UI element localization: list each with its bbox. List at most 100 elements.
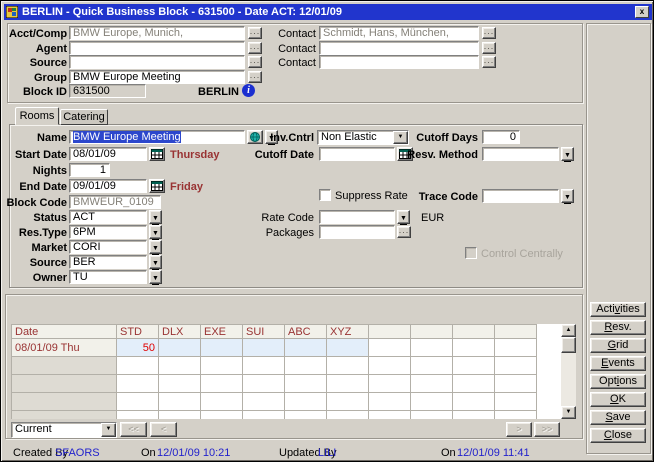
grid-cell[interactable]	[411, 393, 453, 411]
start-date-field[interactable]: 08/01/09	[69, 147, 147, 161]
scroll-down-icon[interactable]: ▼	[561, 406, 576, 419]
market-lov-button[interactable]: ▼	[149, 240, 162, 254]
grid-cell[interactable]	[159, 339, 201, 357]
grid-cell[interactable]	[117, 393, 159, 411]
contact3-lookup-button[interactable]: ...	[482, 56, 496, 68]
grid-cell[interactable]	[243, 339, 285, 357]
tab-catering[interactable]: Catering	[60, 109, 108, 125]
grid-cell[interactable]	[411, 357, 453, 375]
tab-rooms[interactable]: Rooms	[15, 107, 59, 125]
next-page-button[interactable]: >	[506, 422, 532, 437]
grid-cell[interactable]	[453, 357, 495, 375]
scroll-up-icon[interactable]: ▲	[561, 324, 576, 337]
grid-cell[interactable]	[285, 357, 327, 375]
grid-cell[interactable]	[411, 411, 453, 420]
block-source-lov-button[interactable]: ▼	[149, 255, 162, 269]
grid-cell[interactable]	[159, 411, 201, 420]
grid-cell[interactable]	[495, 375, 537, 393]
contact1-lookup-button[interactable]: ...	[482, 27, 496, 39]
contact1-field[interactable]: Schmidt, Hans, München,	[319, 26, 479, 40]
grid-cell[interactable]	[411, 339, 453, 357]
grid-cell[interactable]	[411, 375, 453, 393]
grid-cell[interactable]	[201, 339, 243, 357]
save-button[interactable]: Save	[590, 410, 646, 425]
grid-cell[interactable]	[369, 375, 411, 393]
grid-cell[interactable]	[369, 357, 411, 375]
status-lov-button[interactable]: ▼	[149, 210, 162, 224]
grid-cell[interactable]	[117, 375, 159, 393]
grid-cell[interactable]	[201, 411, 243, 420]
resv-method-field[interactable]	[482, 147, 559, 161]
contact2-field[interactable]	[319, 41, 479, 55]
first-page-button[interactable]: <<	[120, 422, 147, 437]
close-button[interactable]: Close	[590, 428, 646, 443]
events-button[interactable]: Events	[590, 356, 646, 371]
grid-cell[interactable]	[159, 393, 201, 411]
packages-field[interactable]	[319, 225, 395, 239]
source-field[interactable]	[69, 55, 245, 69]
end-date-calendar-button[interactable]	[149, 179, 165, 193]
grid-cell[interactable]	[201, 375, 243, 393]
grid-cell[interactable]	[327, 357, 369, 375]
grid-cell[interactable]	[327, 393, 369, 411]
contact3-field[interactable]	[319, 55, 479, 69]
grid-cell[interactable]	[201, 357, 243, 375]
acct-comp-field[interactable]: BMW Europe, Munich,	[69, 26, 245, 40]
cutoff-date-field[interactable]	[319, 147, 395, 161]
grid-date-cell[interactable]	[12, 393, 117, 411]
owner-lov-button[interactable]: ▼	[149, 270, 162, 284]
grid-cell[interactable]	[285, 375, 327, 393]
resv-method-lov-button[interactable]: ▼	[561, 147, 574, 161]
grid-cell[interactable]	[243, 375, 285, 393]
nights-field[interactable]: 1	[69, 163, 110, 177]
status-field[interactable]: ACT	[69, 210, 147, 224]
last-page-button[interactable]: >>	[534, 422, 560, 437]
grid-cell[interactable]	[327, 375, 369, 393]
grid-cell[interactable]	[243, 357, 285, 375]
contact2-lookup-button[interactable]: ...	[482, 42, 496, 54]
source-lookup-button[interactable]: ...	[248, 56, 262, 68]
grid-cell[interactable]	[159, 375, 201, 393]
resv-button[interactable]: Resv.	[590, 320, 646, 335]
grid-button[interactable]: Grid	[590, 338, 646, 353]
grid-cell[interactable]	[453, 393, 495, 411]
grid-date-cell[interactable]: 08/01/09 Thu	[12, 339, 117, 357]
grid-cell[interactable]	[369, 393, 411, 411]
trace-code-lov-button[interactable]: ▼	[561, 189, 574, 203]
agent-lookup-button[interactable]: ...	[248, 42, 262, 54]
grid-cell[interactable]	[495, 339, 537, 357]
view-combobox[interactable]: Current ▼	[11, 422, 117, 438]
owner-field[interactable]: TU	[69, 270, 147, 284]
end-date-field[interactable]: 09/01/09	[69, 179, 147, 193]
grid-date-cell[interactable]	[12, 357, 117, 375]
group-lookup-button[interactable]: ...	[248, 71, 262, 83]
packages-lookup-button[interactable]: ...	[397, 226, 411, 238]
grid-cell[interactable]	[159, 357, 201, 375]
block-source-field[interactable]: BER	[69, 255, 147, 269]
grid-cell[interactable]	[327, 411, 369, 420]
cutoff-days-field[interactable]: 0	[482, 130, 520, 144]
name-field[interactable]: BMW Europe Meeting	[69, 130, 245, 144]
info-icon[interactable]: i	[242, 84, 255, 97]
grid-cell[interactable]	[453, 339, 495, 357]
res-type-field[interactable]: 6PM	[69, 225, 147, 239]
grid-cell[interactable]	[285, 339, 327, 357]
market-field[interactable]: CORI	[69, 240, 147, 254]
scrollbar-thumb[interactable]	[561, 337, 576, 353]
rate-code-field[interactable]	[319, 210, 395, 224]
acct-comp-lookup-button[interactable]: ...	[248, 27, 262, 39]
trace-code-field[interactable]	[482, 189, 559, 203]
start-date-calendar-button[interactable]	[149, 147, 165, 161]
grid-cell[interactable]	[117, 357, 159, 375]
rate-code-lov-button[interactable]: ▼	[397, 210, 410, 224]
inv-cntrl-combobox[interactable]: Non Elastic ▼	[317, 130, 409, 145]
grid-cell[interactable]	[285, 411, 327, 420]
grid-cell[interactable]	[243, 411, 285, 420]
res-type-lov-button[interactable]: ▼	[149, 225, 162, 239]
grid-cell[interactable]	[369, 339, 411, 357]
grid-scrollbar[interactable]: ▲ ▼	[561, 324, 576, 419]
options-button[interactable]: Options	[590, 374, 646, 389]
grid-cell[interactable]	[243, 393, 285, 411]
ok-button[interactable]: OK	[590, 392, 646, 407]
activities-button[interactable]: Activities	[590, 302, 646, 317]
